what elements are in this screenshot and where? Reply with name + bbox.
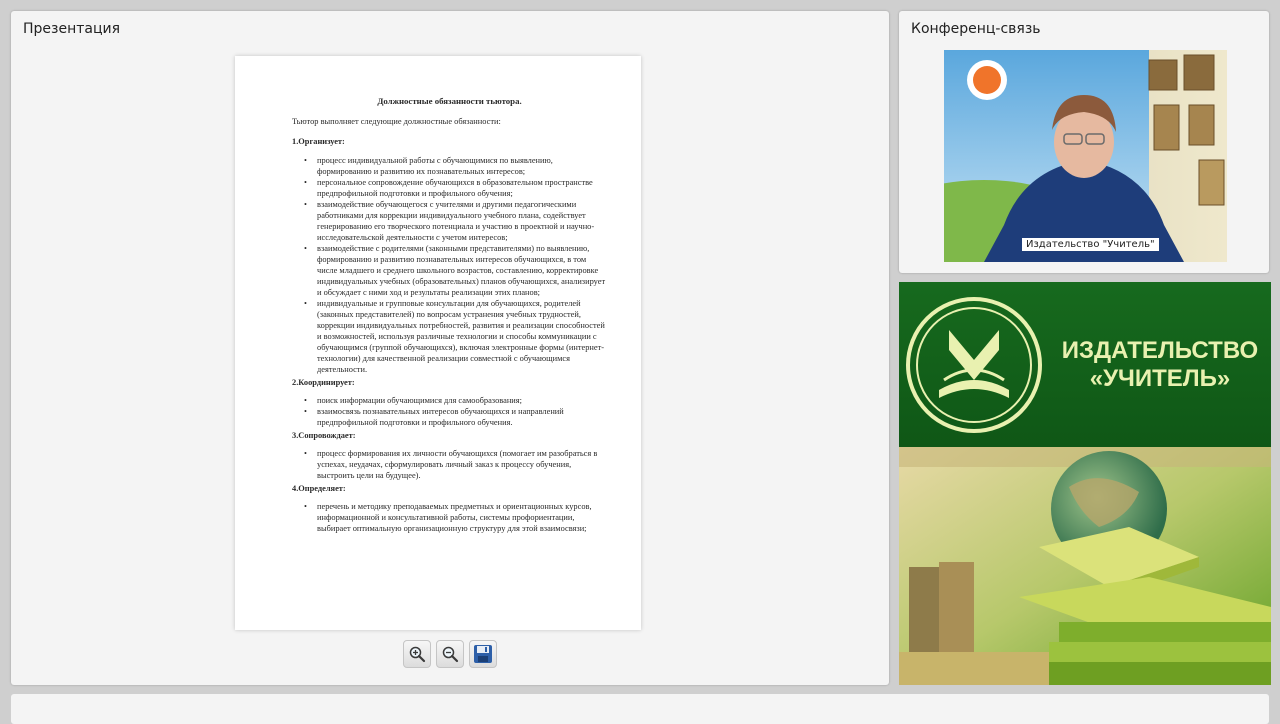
list-item: взаимосвязь познавательных интересов обу… xyxy=(292,406,607,428)
brand-line-1: ИЗДАТЕЛЬСТВО xyxy=(1061,337,1259,364)
list-item: процесс формирования их личности обучающ… xyxy=(292,448,607,481)
zoom-out-icon xyxy=(442,646,459,663)
document-page: Должностные обязанности тьютора. Тьютор … xyxy=(235,56,641,630)
zoom-out-button[interactable] xyxy=(436,640,464,668)
section-list: перечень и методику преподаваемых предме… xyxy=(292,501,607,534)
list-item: индивидуальные и групповые консультации … xyxy=(292,298,607,375)
video-label: Издательство "Учитель" xyxy=(1022,238,1159,251)
brand-name: ИЗДАТЕЛЬСТВО «УЧИТЕЛЬ» xyxy=(1049,337,1271,393)
list-item: взаимодействие с родителями (законными п… xyxy=(292,243,607,298)
books-globe-image xyxy=(899,447,1271,685)
presentation-panel: Презентация Должностные обязанности тьют… xyxy=(11,11,889,685)
list-item: перечень и методику преподаваемых предме… xyxy=(292,501,607,534)
save-icon xyxy=(474,645,492,663)
list-item: поиск информации обучающимися для самооб… xyxy=(292,395,607,406)
presentation-title: Презентация xyxy=(23,21,121,37)
list-item: персональное сопровождение обучающихся в… xyxy=(292,177,607,199)
books-illustration xyxy=(899,447,1271,685)
section-list: процесс формирования их личности обучающ… xyxy=(292,448,607,481)
save-button[interactable] xyxy=(469,640,497,668)
section-title: 1.Организует: xyxy=(292,137,345,146)
list-item: взаимодействие обучающегося с учителями … xyxy=(292,199,607,243)
document-content: Должностные обязанности тьютора. Тьютор … xyxy=(292,96,607,536)
brand-header: ИЗДАТЕЛЬСТВО «УЧИТЕЛЬ» xyxy=(899,282,1271,447)
brand-line-2: «УЧИТЕЛЬ» xyxy=(1089,365,1231,392)
publisher-banner: ИЗДАТЕЛЬСТВО «УЧИТЕЛЬ» xyxy=(899,282,1271,685)
section-title: 3.Сопровождает: xyxy=(292,431,356,440)
list-item: процесс индивидуальной работы с обучающи… xyxy=(292,155,607,177)
document-heading: Должностные обязанности тьютора. xyxy=(377,96,522,106)
video-feed[interactable]: Издательство "Учитель" xyxy=(944,50,1227,262)
zoom-in-button[interactable] xyxy=(403,640,431,668)
conference-panel: Конференц-связь Издательство "Учитель" xyxy=(899,11,1269,273)
section-title: 4.Определяет: xyxy=(292,484,346,493)
publisher-logo-icon xyxy=(906,297,1042,433)
section-list: процесс индивидуальной работы с обучающи… xyxy=(292,155,607,375)
zoom-in-icon xyxy=(409,646,426,663)
conference-title: Конференц-связь xyxy=(911,21,1041,37)
video-frame-image xyxy=(944,50,1227,262)
section-title: 2.Координирует: xyxy=(292,378,355,387)
section-list: поиск информации обучающимися для самооб… xyxy=(292,395,607,428)
document-intro: Тьютор выполняет следующие должностные о… xyxy=(292,117,501,126)
